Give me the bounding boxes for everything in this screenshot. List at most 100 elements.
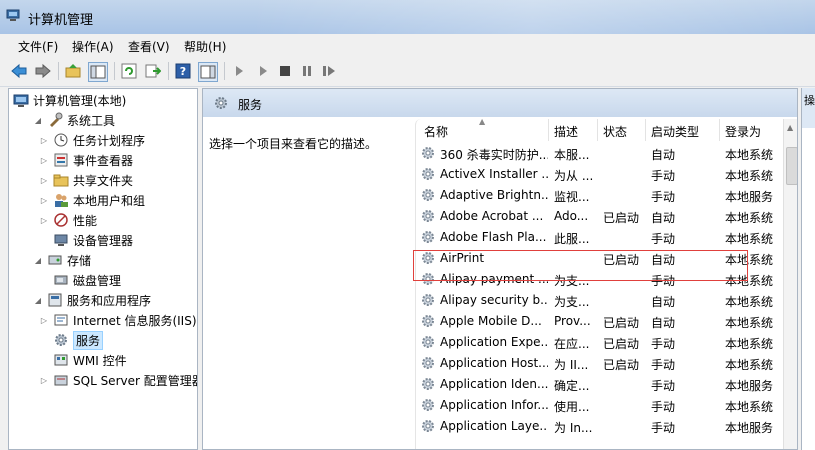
- tree-item[interactable]: 磁盘管理: [39, 271, 121, 289]
- column-description[interactable]: 描述: [554, 123, 578, 140]
- service-name: Adobe Acrobat ...: [440, 209, 544, 223]
- collapse-arrow-icon[interactable]: ◢: [33, 256, 43, 265]
- menu-file[interactable]: 文件(F): [18, 38, 58, 55]
- tree-item[interactable]: 服务: [39, 330, 104, 350]
- service-log-on-as: 本地系统: [725, 211, 774, 225]
- service-log-on-as: 本地服务: [725, 379, 774, 393]
- tree-item-label: 本地用户和组: [73, 193, 146, 208]
- tree-item[interactable]: ◢ 系统工具: [33, 111, 115, 129]
- tree-item[interactable]: ▷ Internet 信息服务(IIS)管: [39, 311, 197, 329]
- service-description: 为支...: [554, 274, 590, 288]
- restart-service-icon[interactable]: [320, 62, 338, 80]
- stop-service-icon[interactable]: [276, 62, 294, 80]
- expand-arrow-icon[interactable]: ▷: [39, 316, 49, 325]
- service-gear-icon: [422, 294, 434, 306]
- table-row[interactable]: Application Laye... 为 In... 手动 本地服务: [416, 416, 788, 437]
- storage-icon: [48, 255, 62, 265]
- expand-arrow-icon[interactable]: ▷: [39, 376, 49, 385]
- service-log-on-as: 本地系统: [725, 274, 774, 288]
- export-list-icon[interactable]: [144, 62, 162, 80]
- collapse-arrow-icon[interactable]: ◢: [33, 116, 43, 125]
- column-startup-type[interactable]: 启动类型: [651, 123, 699, 140]
- column-log-on-as[interactable]: 登录为: [725, 123, 761, 140]
- column-status[interactable]: 状态: [603, 123, 627, 140]
- expand-arrow-icon[interactable]: ▷: [39, 216, 49, 225]
- table-row[interactable]: Alipay payment ... 为支... 手动 本地系统: [416, 269, 788, 290]
- service-gear-icon: [422, 399, 434, 411]
- up-folder-icon[interactable]: [64, 62, 82, 80]
- menu-help[interactable]: 帮助(H): [184, 38, 226, 55]
- column-divider[interactable]: [597, 119, 598, 141]
- menu-action[interactable]: 操作(A): [72, 38, 114, 55]
- table-row[interactable]: Adobe Acrobat ... Ado... 已启动 自动 本地系统: [416, 206, 788, 227]
- tree-item-label: WMI 控件: [73, 353, 127, 368]
- table-row[interactable]: Application Host... 为 II... 已启动 手动 本地系统: [416, 353, 788, 374]
- show-hide-action-pane-icon[interactable]: [198, 62, 218, 82]
- tree-item[interactable]: WMI 控件: [39, 351, 127, 369]
- expand-arrow-icon[interactable]: ▷: [39, 176, 49, 185]
- column-name[interactable]: 名称: [424, 123, 448, 140]
- scrollbar-thumb[interactable]: [786, 147, 797, 185]
- services-list: ▲ 名称 描述 状态 启动类型 登录为 360 杀毒实时防护... 本服... 自动…: [415, 117, 797, 449]
- help-icon[interactable]: ?: [174, 62, 192, 80]
- tree-item[interactable]: ▷ 共享文件夹: [39, 171, 133, 189]
- table-row[interactable]: Apple Mobile D... Prov... 已启动 自动 本地系统: [416, 311, 788, 332]
- pause-service-icon[interactable]: [298, 62, 316, 80]
- service-gear-icon: [422, 357, 434, 369]
- tree-item[interactable]: ▷ 本地用户和组: [39, 191, 145, 209]
- table-row[interactable]: Application Expe... 在应... 已启动 手动 本地系统: [416, 332, 788, 353]
- tree-item-label: 任务计划程序: [73, 133, 146, 148]
- column-divider[interactable]: [645, 119, 646, 141]
- collapse-arrow-icon[interactable]: ◢: [33, 296, 43, 305]
- table-row[interactable]: Adaptive Brightn... 监视... 手动 本地服务: [416, 185, 788, 206]
- tree-item-label: 系统工具: [67, 113, 116, 128]
- start-icon[interactable]: [254, 62, 272, 80]
- table-row[interactable]: Application Infor... 使用... 手动 本地系统: [416, 395, 788, 416]
- refresh-icon[interactable]: [120, 62, 138, 80]
- title-bar-highlight: [250, 0, 815, 34]
- vertical-scrollbar[interactable]: ▲: [783, 119, 797, 449]
- service-description: 为从 ...: [554, 169, 594, 183]
- toolbar-separator: [224, 62, 225, 80]
- expand-arrow-icon[interactable]: ▷: [39, 196, 49, 205]
- table-row[interactable]: Alipay security b... 为支... 自动 本地系统: [416, 290, 788, 311]
- service-gear-icon: [422, 210, 434, 222]
- computer-management-icon: [6, 9, 20, 21]
- tree-item-label: 服务: [73, 330, 104, 350]
- tree-item[interactable]: 计算机管理(本地): [13, 91, 126, 109]
- menu-view[interactable]: 查看(V): [128, 38, 170, 55]
- tree-item[interactable]: ▷ 事件查看器: [39, 151, 133, 169]
- service-name: Adaptive Brightn...: [440, 188, 548, 202]
- tree-item[interactable]: ▷ SQL Server 配置管理器: [39, 371, 197, 389]
- service-description: 为支...: [554, 295, 590, 309]
- service-description: 为 In...: [554, 421, 593, 435]
- column-divider[interactable]: [719, 119, 720, 141]
- service-log-on-as: 本地系统: [725, 358, 774, 372]
- tree-item[interactable]: ◢ 服务和应用程序: [33, 291, 151, 309]
- column-divider[interactable]: [548, 119, 549, 141]
- table-row[interactable]: ActiveX Installer ... 为从 ... 手动 本地系统: [416, 164, 788, 185]
- table-row[interactable]: AirPrint 已启动 自动 本地系统: [416, 248, 788, 269]
- tree-item[interactable]: 设备管理器: [39, 231, 133, 249]
- expand-arrow-icon[interactable]: ▷: [39, 136, 49, 145]
- tree-item[interactable]: ▷ 任务计划程序: [39, 131, 145, 149]
- expand-arrow-icon[interactable]: ▷: [39, 156, 49, 165]
- table-row[interactable]: Adobe Flash Pla... 此服... 手动 本地系统: [416, 227, 788, 248]
- service-gear-icon: [422, 231, 434, 243]
- table-row[interactable]: Application Iden... 确定... 手动 本地服务: [416, 374, 788, 395]
- show-hide-tree-icon[interactable]: [88, 62, 108, 82]
- table-row[interactable]: 360 杀毒实时防护... 本服... 自动 本地系统: [416, 143, 788, 164]
- tree-item-label: 性能: [73, 213, 98, 228]
- tree-item[interactable]: ▷ 性能: [39, 211, 97, 229]
- service-startup-type: 手动: [651, 400, 676, 414]
- service-gear-icon: [422, 168, 434, 180]
- back-icon[interactable]: [10, 62, 28, 80]
- service-status: 已启动: [603, 316, 640, 330]
- tree-item[interactable]: ◢ 存储: [33, 251, 91, 269]
- service-startup-type: 手动: [651, 379, 676, 393]
- forward-icon[interactable]: [34, 62, 52, 80]
- start-service-icon[interactable]: [230, 62, 248, 80]
- tree-item-label: 事件查看器: [73, 153, 134, 168]
- toolbar-separator: [114, 62, 115, 80]
- scroll-up-icon[interactable]: ▲: [787, 123, 793, 132]
